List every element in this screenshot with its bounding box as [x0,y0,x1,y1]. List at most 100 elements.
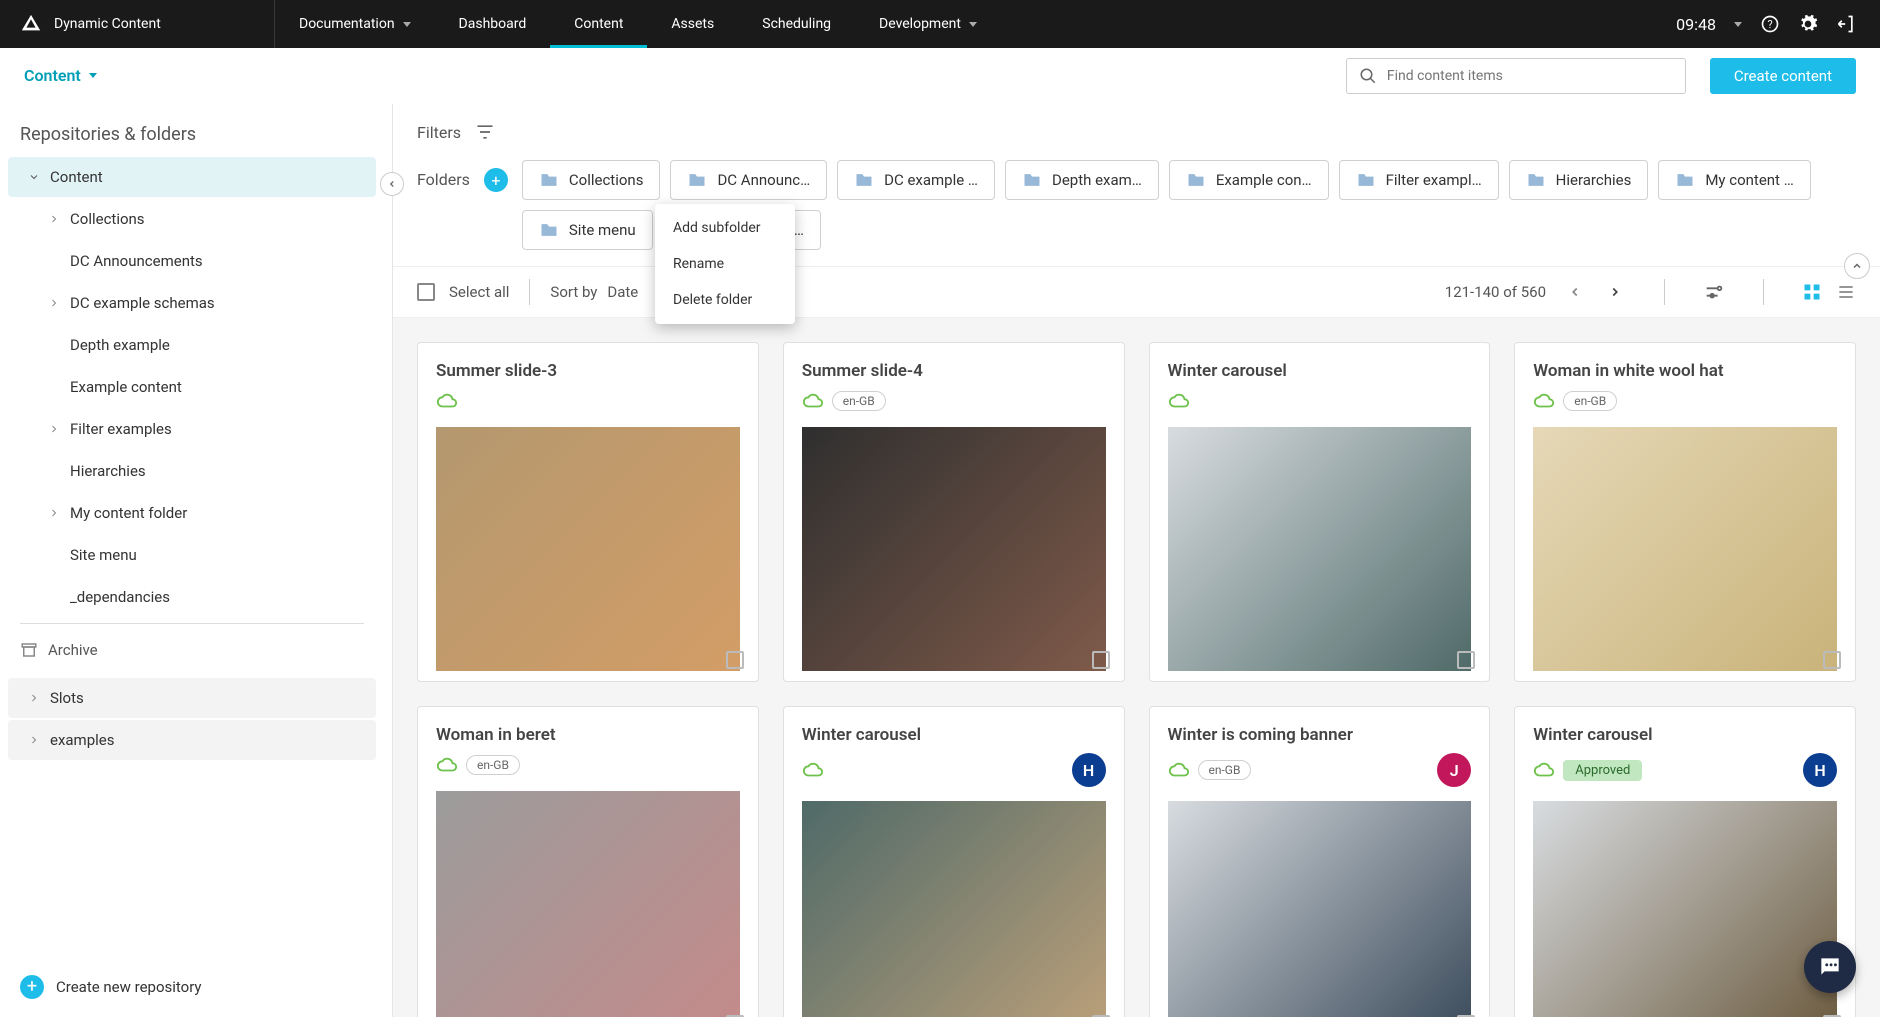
folder-chip[interactable]: Site menu [522,210,653,250]
tree-label: DC example schemas [70,294,215,312]
folder-chip[interactable]: DC example … [837,160,995,200]
ctx-delete-folder[interactable]: Delete folder [655,282,795,318]
chevron-up-icon [1851,260,1863,272]
content-card[interactable]: Summer slide-3 [417,342,759,682]
settings-icon[interactable] [1703,281,1725,303]
select-all-checkbox[interactable] [417,283,435,301]
folder-chip[interactable]: Collections [522,160,661,200]
tree-node-filter-examples[interactable]: Filter examples [8,409,376,449]
chevron-down-icon [969,22,977,27]
folder-chip[interactable]: Depth exam… [1005,160,1159,200]
tree-node-dc-announcements[interactable]: DC Announcements [8,241,376,281]
tree-label: Hierarchies [70,462,146,480]
card-thumbnail [1533,801,1837,1017]
card-checkbox[interactable] [726,651,744,669]
card-checkbox[interactable] [1092,651,1110,669]
folders-label: Folders [417,170,470,189]
tree-node-depth-example[interactable]: Depth example [8,325,376,365]
folder-chip[interactable]: My content … [1658,160,1810,200]
tab-content[interactable]: Content [550,0,647,48]
chat-fab[interactable] [1804,941,1856,993]
tree-node-example-content[interactable]: Example content [8,367,376,407]
folder-icon [687,170,707,190]
folder-icon [1022,170,1042,190]
tab-scheduling[interactable]: Scheduling [738,0,855,48]
cloud-icon [1533,759,1555,781]
status-badge: Approved [1563,760,1642,781]
tree-node-my-content-folder[interactable]: My content folder [8,493,376,533]
cloud-icon [1168,390,1190,412]
tree-node-site-menu[interactable]: Site menu [8,535,376,575]
gear-icon[interactable] [1798,14,1818,34]
card-meta: en-GB [436,753,740,777]
ctx-add-subfolder[interactable]: Add subfolder [655,210,795,246]
create-content-button[interactable]: Create content [1710,58,1856,94]
tree: Content Collections DC Announcements DC … [0,157,392,954]
folder-chip[interactable]: Example con… [1169,160,1329,200]
ctx-rename[interactable]: Rename [655,246,795,282]
divider [529,279,530,305]
tree-label: My content folder [70,504,187,522]
folder-chip-label: Collections [569,171,644,189]
avatar: J [1437,753,1471,787]
tree-node-dc-example-schemas[interactable]: DC example schemas [8,283,376,323]
filters-label: Filters [417,123,461,142]
tab-assets[interactable]: Assets [647,0,738,48]
tree-node-collections[interactable]: Collections [8,199,376,239]
add-folder-button[interactable]: + [484,168,508,192]
plus-icon: + [20,975,44,999]
content-card[interactable]: Summer slide-4en-GB [783,342,1125,682]
archive-link[interactable]: Archive [0,630,384,670]
content-card[interactable]: Woman in white wool haten-GB [1514,342,1856,682]
cloud-icon [1533,390,1555,412]
search-input-wrap[interactable] [1346,58,1686,94]
list-view-button[interactable] [1836,282,1856,302]
create-repo-button[interactable]: + Create new repository [0,954,392,1017]
card-checkbox[interactable] [1823,651,1841,669]
chevron-right-icon [48,423,60,435]
tab-dashboard[interactable]: Dashboard [435,0,551,48]
card-title: Winter carousel [1168,361,1472,381]
grid-view-button[interactable] [1802,282,1822,302]
filter-icon[interactable] [475,122,495,142]
content-card[interactable]: Winter carousel [1149,342,1491,682]
avatar: H [1072,753,1106,787]
folder-chip[interactable]: DC Announc… [670,160,827,200]
tree-label: Example content [70,378,182,396]
folders-collapse-button[interactable] [1844,253,1870,279]
repos-title: Repositories & folders [0,104,392,157]
folder-chip[interactable]: Hierarchies [1509,160,1649,200]
top-tabs: Documentation Dashboard Content Assets S… [275,0,1001,48]
tab-label: Development [879,16,961,32]
cloud-icon [1168,759,1190,781]
tab-documentation[interactable]: Documentation [275,0,435,48]
clock: 09:48 [1676,15,1716,34]
search-input[interactable] [1387,68,1673,84]
next-page-button[interactable] [1604,281,1626,303]
help-icon[interactable]: ? [1760,14,1780,34]
content-card[interactable]: Woman in beret en-GB [417,706,759,1017]
folder-chip-label: Hierarchies [1556,171,1632,189]
content-card[interactable]: Winter carouselH [783,706,1125,1017]
sort-by-label: Sort by [550,283,597,301]
card-checkbox[interactable] [1457,651,1475,669]
content-card[interactable]: Winter is coming banneren-GBJ [1149,706,1491,1017]
tree-node-examples[interactable]: examples [8,720,376,760]
card-thumbnail [802,801,1106,1017]
tab-development[interactable]: Development [855,0,1001,48]
prev-page-button[interactable] [1564,281,1586,303]
content-dropdown[interactable]: Content [24,66,97,85]
chevron-down-icon[interactable] [1734,22,1742,27]
tree-node-content[interactable]: Content [8,157,376,197]
logout-icon[interactable] [1836,14,1856,34]
card-title: Woman in white wool hat [1533,361,1837,381]
tree-node-slots[interactable]: Slots [8,678,376,718]
chevron-right-icon [48,507,60,519]
tree-node-hierarchies[interactable]: Hierarchies [8,451,376,491]
card-title: Woman in beret [436,725,740,745]
folder-chip[interactable]: Filter exampl… [1339,160,1499,200]
tree-node-dependancies[interactable]: _dependancies [8,577,376,617]
chevron-down-icon [28,171,40,183]
tab-label: Assets [671,16,714,32]
content-grid-area: Summer slide-3Summer slide-4en-GBWinter … [393,318,1880,1017]
